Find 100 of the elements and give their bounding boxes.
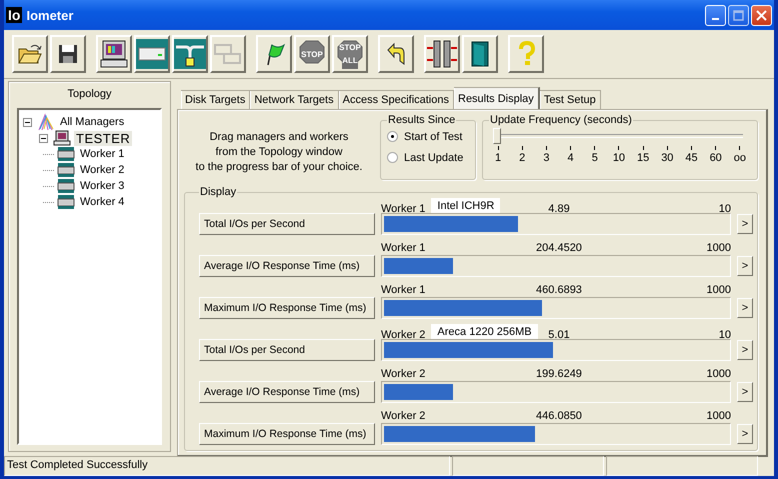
window-title: Iometer [26, 8, 74, 22]
folder-icon [17, 43, 43, 65]
maximize-button[interactable] [728, 4, 749, 26]
toolbar-button[interactable] [378, 35, 414, 73]
network-icon [174, 39, 206, 69]
next-button[interactable]: > [737, 382, 753, 402]
result-value: 5.01 [548, 329, 570, 341]
metric-button[interactable]: Total I/Os per Second [199, 213, 375, 235]
tick-label: 3 [543, 152, 550, 164]
next-button[interactable]: > [737, 298, 753, 318]
next-button[interactable]: > [737, 256, 753, 276]
minimize-icon [712, 18, 719, 20]
result-value: 199.6249 [536, 368, 582, 380]
scale-maximum: 1000 [706, 284, 732, 296]
disk-drive-icon [136, 39, 168, 69]
windows-icon [213, 42, 243, 66]
tab[interactable]: Test Setup [540, 90, 601, 109]
toolbar-button[interactable] [424, 35, 460, 73]
minimize-button[interactable] [705, 4, 726, 26]
toolbar-button[interactable] [50, 35, 86, 73]
toolbar-button[interactable] [96, 35, 132, 73]
tree-item[interactable]: All Managers [58, 116, 126, 128]
metric-button[interactable]: Average I/O Response Time (ms) [199, 255, 375, 277]
columns-arrows-icon [426, 39, 458, 69]
tick-label: 1 [494, 152, 502, 164]
radio-label: Start of Test [404, 130, 462, 142]
collapse-toggle[interactable] [23, 118, 34, 126]
metric-button[interactable]: Average I/O Response Time (ms) [199, 381, 375, 403]
tab[interactable]: Network Targets [250, 90, 339, 109]
toolbar-button[interactable] [172, 35, 208, 73]
tick-label: 4 [568, 152, 574, 164]
tab[interactable]: Disk Targets [181, 90, 250, 109]
tick-label: 45 [685, 152, 698, 164]
tick-label: 5 [592, 152, 598, 164]
tree-item[interactable]: TESTER [74, 130, 132, 146]
result-value: 446.0850 [536, 410, 582, 422]
collapse-toggle[interactable] [39, 134, 50, 142]
tick-label: 15 [637, 152, 650, 164]
next-button[interactable]: > [737, 340, 753, 360]
computer-icon [99, 39, 129, 69]
slider-thumb[interactable] [493, 128, 501, 144]
metric-button[interactable]: Maximum I/O Response Time (ms) [199, 423, 375, 445]
disk-drive-icon [57, 147, 75, 161]
next-button[interactable]: > [737, 214, 753, 234]
tree-item[interactable]: Worker 2 [78, 164, 126, 176]
managers-icon [37, 113, 55, 131]
toolbar-button[interactable] [256, 35, 292, 73]
metric-button[interactable]: Total I/Os per Second [199, 339, 375, 361]
radio-label: Last Update [404, 152, 464, 164]
panel-title: Topology [67, 88, 112, 100]
app-logo: Io [6, 7, 22, 23]
tick-label: 60 [710, 152, 722, 164]
toolbar-button[interactable] [12, 35, 48, 73]
scale-maximum: 1000 [706, 368, 732, 380]
worker-label: Worker 2 [381, 329, 426, 341]
door-icon [469, 40, 491, 68]
scale-maximum: 10 [718, 203, 732, 215]
worker-label: Worker 1 [381, 242, 426, 254]
maximize-icon [732, 8, 745, 22]
next-button[interactable]: > [737, 424, 753, 444]
tree-item[interactable]: Worker 4 [78, 196, 126, 208]
disk-drive-icon [57, 163, 75, 177]
group-title: Update Frequency (seconds) [489, 114, 633, 126]
toolbar-button[interactable] [462, 35, 498, 73]
tick-label: 30 [661, 152, 674, 164]
disk-drive-icon [57, 195, 75, 209]
group-title: Display [199, 186, 238, 198]
worker-label: Worker 2 [381, 410, 426, 422]
icon-label: STOP [301, 50, 323, 58]
scale-maximum: 1000 [706, 242, 732, 254]
icon-label: ALL [342, 56, 358, 65]
result-value: 204.4520 [536, 242, 582, 254]
metric-button[interactable]: Maximum I/O Response Time (ms) [199, 297, 375, 319]
radio-option[interactable]: Last Update [387, 147, 469, 168]
worker-label: Worker 2 [381, 368, 426, 380]
scale-maximum: 1000 [706, 410, 732, 422]
frequency-slider[interactable] [495, 128, 743, 144]
close-button[interactable] [751, 4, 772, 26]
radio-button[interactable] [387, 131, 398, 142]
tree-item[interactable]: Worker 3 [78, 180, 126, 192]
question-mark-icon [516, 41, 536, 67]
radio-button[interactable] [387, 152, 398, 163]
worker-label: Worker 1 [381, 284, 426, 296]
radio-option[interactable]: Start of Test [387, 126, 469, 147]
result-value: 4.89 [548, 203, 570, 215]
result-value: 460.6893 [536, 284, 582, 296]
tick-label: oo [734, 152, 746, 164]
icon-label: STOP [339, 43, 361, 52]
group-title: Results Since [387, 114, 456, 126]
stop-sign-icon [336, 39, 364, 69]
status-message: Test Completed Successfully [4, 456, 450, 476]
tab[interactable]: Access Specifications [338, 90, 454, 109]
computer-icon [53, 130, 71, 146]
close-icon [755, 8, 768, 22]
scale-maximum: 10 [718, 329, 732, 341]
tree-item[interactable]: Worker 1 [78, 148, 126, 160]
tab[interactable]: Results Display [454, 87, 540, 109]
worker-label: Worker 1 [381, 203, 426, 215]
tick-label: 10 [612, 152, 626, 164]
disk-drive-icon [57, 179, 75, 193]
